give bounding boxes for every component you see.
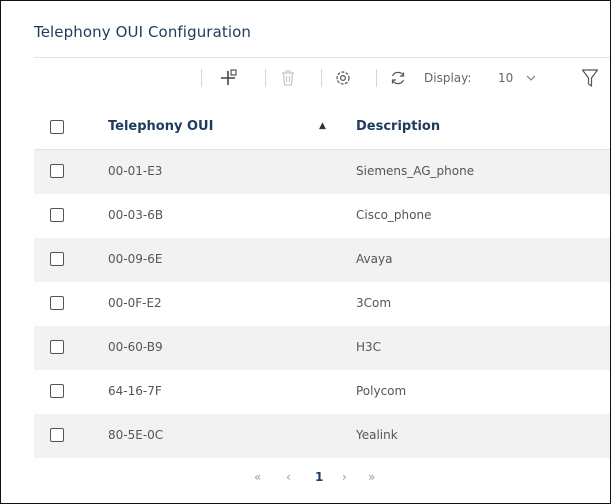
telephony-oui-panel: Telephony OUI Configuration Display: 10 … [0, 0, 611, 504]
table-row[interactable]: 80-5E-0C Yealink [34, 414, 610, 458]
description-cell: Cisco_phone [356, 208, 432, 222]
filter-icon [581, 69, 599, 87]
row-checkbox[interactable] [50, 208, 64, 222]
description-cell: 3Com [356, 296, 392, 310]
row-checkbox[interactable] [50, 340, 64, 354]
oui-cell: 00-01-E3 [108, 164, 163, 178]
table-header: Telephony OUI ▲ Description [34, 107, 610, 150]
row-checkbox[interactable] [50, 164, 64, 178]
first-page-button[interactable]: « [254, 470, 261, 484]
display-select[interactable]: 10 [498, 59, 550, 97]
table-row[interactable]: 00-60-B9 H3C [34, 326, 610, 370]
trash-icon [282, 70, 294, 86]
panel-title: Telephony OUI Configuration [34, 23, 251, 41]
oui-cell: 00-60-B9 [108, 340, 163, 354]
toolbar: Display: 10 [1, 59, 610, 97]
last-page-button[interactable]: » [368, 470, 375, 484]
next-page-button[interactable]: › [342, 470, 347, 484]
description-cell: H3C [356, 340, 382, 354]
display-label: Display: [424, 71, 472, 85]
pagination: « ‹ 1 › » [1, 467, 610, 491]
description-cell: Yealink [356, 428, 398, 442]
toolbar-divider [376, 69, 377, 87]
row-checkbox[interactable] [50, 428, 64, 442]
row-checkbox[interactable] [50, 252, 64, 266]
oui-cell: 00-0F-E2 [108, 296, 162, 310]
settings-button[interactable] [332, 59, 354, 97]
chevron-down-icon [526, 75, 536, 81]
description-cell: Avaya [356, 252, 393, 266]
table-row[interactable]: 00-01-E3 Siemens_AG_phone [34, 150, 610, 194]
sort-ascending-icon[interactable]: ▲ [319, 121, 326, 131]
description-cell: Siemens_AG_phone [356, 164, 475, 178]
column-header-description[interactable]: Description [356, 119, 440, 134]
description-cell: Polycom [356, 384, 407, 398]
toolbar-divider [321, 69, 322, 87]
toolbar-divider [265, 69, 266, 87]
current-page[interactable]: 1 [315, 470, 323, 484]
table-row[interactable]: 00-09-6E Avaya [34, 238, 610, 282]
select-all-checkbox[interactable] [50, 120, 64, 134]
refresh-button[interactable] [387, 59, 409, 97]
filter-button[interactable] [579, 59, 601, 97]
previous-page-button[interactable]: ‹ [286, 470, 291, 484]
toolbar-divider [201, 69, 202, 87]
oui-cell: 80-5E-0C [108, 428, 164, 442]
row-checkbox[interactable] [50, 296, 64, 310]
oui-cell: 64-16-7F [108, 384, 162, 398]
table-row[interactable]: 00-0F-E2 3Com [34, 282, 610, 326]
telephony-oui-table: Telephony OUI ▲ Description 00-01-E3 Sie… [34, 107, 610, 458]
delete-button[interactable] [277, 59, 299, 97]
oui-cell: 00-03-6B [108, 208, 164, 222]
refresh-icon [391, 71, 405, 85]
table-row[interactable]: 00-03-6B Cisco_phone [34, 194, 610, 238]
add-button[interactable] [216, 59, 242, 97]
title-divider [34, 57, 610, 58]
row-checkbox[interactable] [50, 384, 64, 398]
add-icon [221, 69, 237, 85]
oui-cell: 00-09-6E [108, 252, 163, 266]
gear-icon [336, 71, 350, 85]
column-header-telephony-oui[interactable]: Telephony OUI [108, 119, 213, 134]
table-row[interactable]: 64-16-7F Polycom [34, 370, 610, 414]
display-value: 10 [498, 71, 514, 85]
